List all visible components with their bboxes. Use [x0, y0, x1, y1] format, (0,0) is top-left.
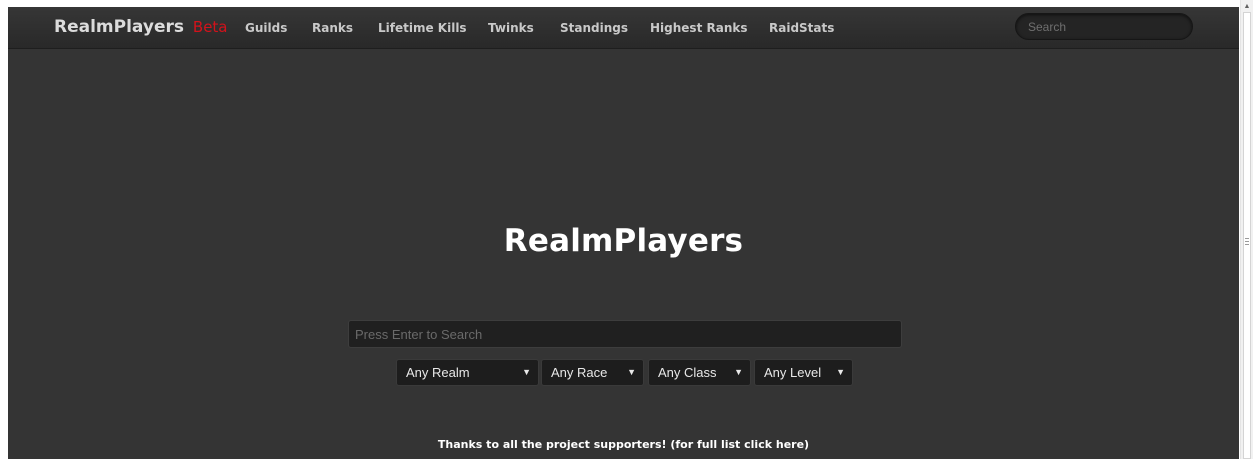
page: RealmPlayers Beta Guilds Ranks Lifetime … [8, 7, 1239, 459]
vertical-scrollbar[interactable]: ▲ [1240, 0, 1253, 459]
chevron-down-icon: ▼ [522, 367, 531, 377]
page-title: RealmPlayers [503, 223, 744, 259]
nav-link-ranks[interactable]: Ranks [312, 20, 353, 36]
navbar-search-input[interactable] [1015, 13, 1193, 40]
chevron-down-icon: ▼ [836, 367, 845, 377]
scroll-up-arrow-icon[interactable]: ▲ [1241, 2, 1253, 12]
nav-link-raidstats[interactable]: RaidStats [769, 20, 834, 36]
class-select[interactable]: Any Class ▼ [648, 359, 751, 386]
nav-link-standings[interactable]: Standings [560, 20, 628, 36]
scrollbar-thumb[interactable] [1243, 12, 1251, 459]
player-search-input[interactable] [348, 320, 902, 348]
level-select[interactable]: Any Level ▼ [754, 359, 853, 386]
brand-name: RealmPlayers [54, 17, 184, 37]
grip-line [1245, 238, 1249, 239]
nav-link-highest-ranks[interactable]: Highest Ranks [650, 20, 748, 36]
realm-select-value: Any Realm [406, 365, 470, 380]
nav-link-guilds[interactable]: Guilds [245, 20, 287, 36]
top-navbar: RealmPlayers Beta Guilds Ranks Lifetime … [8, 7, 1239, 49]
nav-link-lifetime-kills[interactable]: Lifetime Kills [378, 20, 467, 36]
brand-logo-link[interactable]: RealmPlayers Beta [54, 17, 228, 37]
race-select[interactable]: Any Race ▼ [541, 359, 644, 386]
grip-line [1245, 241, 1249, 242]
chevron-down-icon: ▼ [734, 367, 743, 377]
level-select-value: Any Level [764, 365, 822, 380]
supporters-link[interactable]: Thanks to all the project supporters! (f… [8, 438, 1239, 452]
race-select-value: Any Race [551, 365, 608, 380]
grip-line [1245, 244, 1249, 245]
realm-select[interactable]: Any Realm ▼ [396, 359, 539, 386]
nav-link-twinks[interactable]: Twinks [488, 20, 534, 36]
beta-badge: Beta [192, 18, 228, 36]
class-select-value: Any Class [658, 365, 717, 380]
browser-viewport: RealmPlayers Beta Guilds Ranks Lifetime … [0, 0, 1253, 459]
chevron-down-icon: ▼ [627, 367, 636, 377]
